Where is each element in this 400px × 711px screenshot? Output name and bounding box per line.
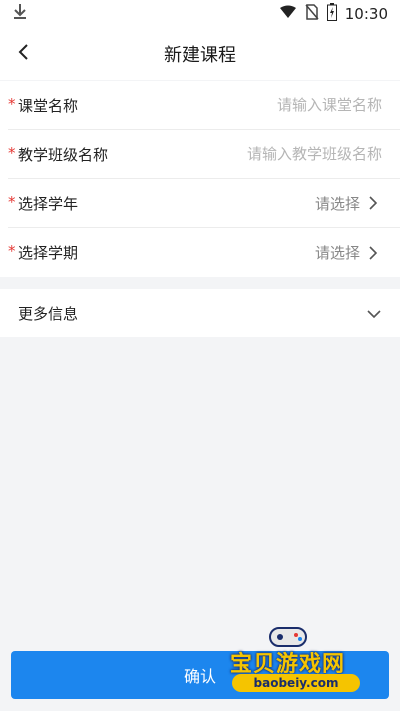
status-time: 10:30 (344, 5, 388, 23)
page-title: 新建课程 (164, 45, 236, 66)
class-name-row: * 教学班级名称 (8, 130, 400, 179)
required-mark: * (8, 143, 16, 162)
course-form: * 课堂名称 * 教学班级名称 * 选择学年 请选择 * 选择学期 请选择 (0, 81, 400, 277)
required-mark: * (8, 242, 16, 260)
semester-label: 选择学期 (18, 244, 79, 262)
back-arrow-icon (18, 43, 30, 65)
back-button[interactable] (8, 38, 40, 70)
school-year-label: 选择学年 (18, 194, 79, 213)
semester-row[interactable]: * 选择学期 请选择 (8, 228, 400, 277)
more-info-label: 更多信息 (18, 304, 79, 323)
course-name-row: * 课堂名称 (8, 81, 400, 130)
battery-icon (326, 3, 337, 25)
chevron-down-icon (366, 304, 382, 323)
gamepad-icon (269, 627, 307, 647)
status-bar: 10:30 (0, 0, 400, 28)
school-year-row[interactable]: * 选择学年 请选择 (8, 179, 400, 228)
app-header: 新建课程 (0, 28, 400, 80)
semester-select-value[interactable]: 请选择 (315, 244, 360, 262)
chevron-right-icon (368, 245, 382, 260)
course-name-input[interactable] (78, 96, 382, 114)
no-sim-icon (305, 4, 319, 24)
required-mark: * (8, 192, 16, 211)
course-name-label: 课堂名称 (18, 96, 79, 115)
class-name-input[interactable] (108, 145, 382, 163)
school-year-select-value[interactable]: 请选择 (315, 195, 360, 213)
class-name-label: 教学班级名称 (18, 145, 109, 164)
required-mark: * (8, 94, 16, 113)
wifi-icon (279, 5, 297, 23)
confirm-button[interactable]: 确认 (11, 651, 389, 699)
download-icon (12, 3, 28, 25)
chevron-right-icon (368, 196, 382, 210)
more-info-toggle[interactable]: 更多信息 (0, 289, 400, 337)
